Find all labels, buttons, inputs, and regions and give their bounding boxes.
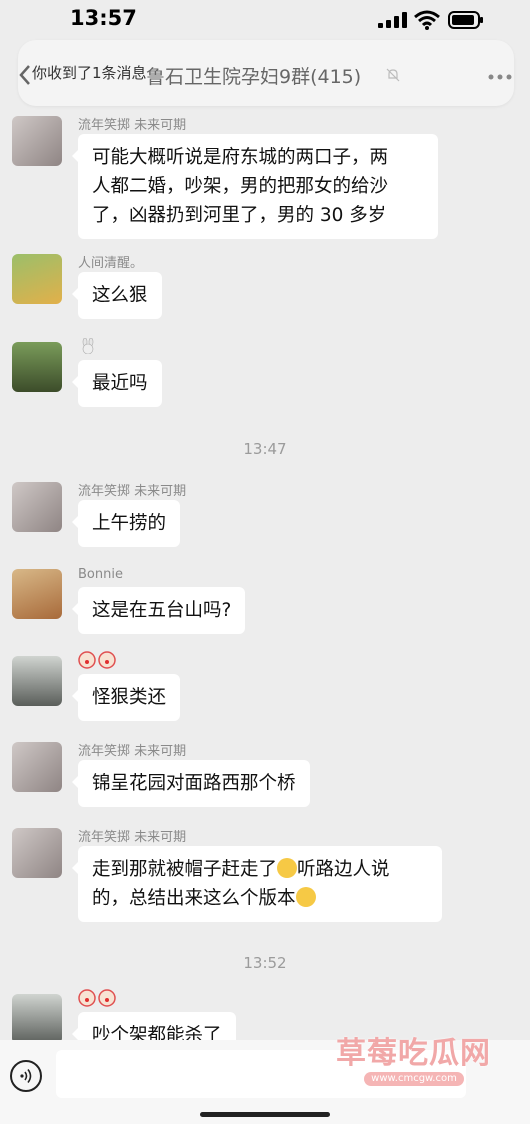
message-line: 上午捞的 [92,513,167,534]
avatar[interactable] [12,828,62,878]
message-line: 听路边人说 [297,859,390,880]
avatar[interactable] [12,254,62,304]
chat-header: 鲁石卫生院孕妇9群(415) 你收到了1条消息 [18,40,514,106]
message-bubble[interactable]: 上午捞的 [71,500,181,547]
timestamp-divider: 13:47 [243,440,287,458]
sender-name: 流年笑掷 未来可期 [78,744,187,759]
message-line: 这是在五台山吗? [92,600,232,621]
sender-name: 流年笑掷 未来可期 [78,118,187,133]
rabbit-emoji-icon [82,338,94,354]
message-line: 走到那就被帽子赶走了 [92,859,278,880]
more-options-icon[interactable] [488,74,512,80]
message-line: 吵个架都能杀了 [92,1025,222,1040]
avatar[interactable] [12,482,62,532]
timestamp-divider: 13:52 [243,954,287,972]
sender-name: 人间清醒。 [78,256,144,271]
mute-bell-icon [386,68,400,82]
message-bubble[interactable]: 锦呈花园对面路西那个桥 [72,760,310,807]
message-bubble[interactable]: 走到那就被帽子赶走了 听路边人说 的，总结出来这么个版本 [72,846,442,922]
clown-emoji-icon [78,989,116,1007]
message-line: 人都二婚，吵架，男的把那女的给沙 [92,176,389,197]
message-line: 怪狠类还 [92,687,167,708]
message-bubble[interactable]: 最近吗 [72,360,162,407]
sender-name: 流年笑掷 未来可期 [78,830,187,845]
group-title: 鲁石卫生院孕妇9群(415) [146,66,362,88]
message-line: 锦呈花园对面路西那个桥 [92,773,296,794]
voice-input-button[interactable] [10,1060,42,1092]
home-indicator [200,1112,330,1117]
message-bubble[interactable]: 这是在五台山吗? [71,587,246,634]
message-line: 可能大概听说是府东城的两口子，两 [92,147,389,168]
sender-name: Bonnie [78,567,123,582]
sweat-smile-emoji-icon [277,858,298,878]
voice-icon [20,1069,32,1083]
back-chevron-icon[interactable] [18,64,32,86]
avatar[interactable] [12,342,62,392]
message-bubble[interactable]: 这么狠 [72,272,162,319]
signal-icon [378,12,407,28]
laughing-emoji-icon [295,887,316,907]
message-line: 这么狠 [92,285,148,306]
new-message-notice[interactable]: 你收到了1条消息 [32,62,147,83]
avatar[interactable] [12,742,62,792]
watermark-url: www.cmcgw.com [364,1072,464,1086]
wifi-icon [414,10,440,30]
avatar[interactable] [12,994,62,1040]
avatar[interactable] [12,569,62,619]
message-bubble[interactable]: 吵个架都能杀了 [72,1012,236,1040]
status-time: 13:57 [70,6,137,30]
message-bubble[interactable]: 怪狠类还 [71,674,181,721]
avatar[interactable] [12,656,62,706]
message-bubble[interactable]: 可能大概听说是府东城的两口子，两 人都二婚，吵架，男的把那女的给沙 了，凶器扔到… [72,134,438,239]
message-line: 最近吗 [92,373,148,394]
watermark-text: 草莓吃瓜网 [336,1036,491,1071]
sender-name: 流年笑掷 未来可期 [78,484,187,499]
message-line: 的，总结出来这么个版本 [92,888,296,909]
message-line: 了，凶器扔到河里了，男的 30 多岁 [92,205,387,226]
battery-icon [448,11,483,29]
chat-message-list[interactable]: 流年笑掷 未来可期 可能大概听说是府东城的两口子，两 人都二婚，吵架，男的把那女… [0,106,530,1040]
avatar[interactable] [12,116,62,166]
clown-emoji-icon [78,651,116,669]
status-bar: 13:57 [0,0,530,40]
